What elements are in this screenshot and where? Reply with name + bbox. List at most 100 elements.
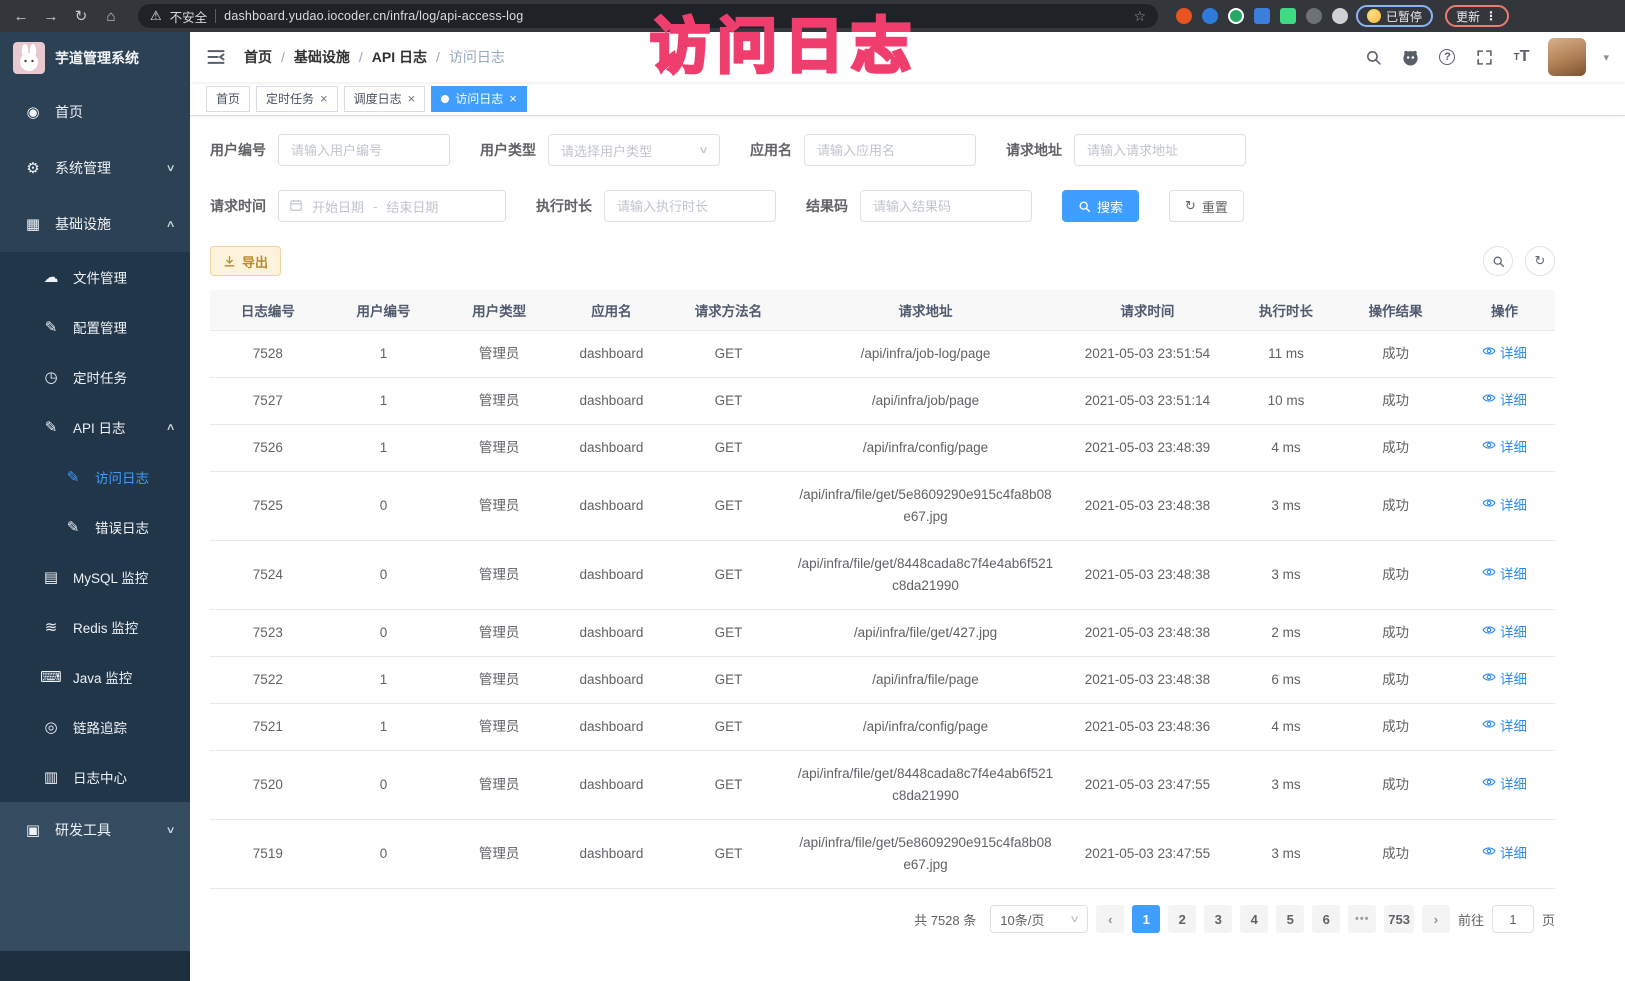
close-icon[interactable]: × bbox=[509, 91, 517, 106]
page-button-5[interactable]: 5 bbox=[1276, 905, 1304, 933]
pin-extension-icon[interactable] bbox=[1332, 8, 1348, 24]
date-separator: - bbox=[373, 199, 377, 214]
page-button-3[interactable]: 3 bbox=[1204, 905, 1232, 933]
close-icon[interactable]: × bbox=[408, 91, 416, 106]
page-button-2[interactable]: 2 bbox=[1168, 905, 1196, 933]
sidebar-item-trace[interactable]: ◎链路追踪 bbox=[0, 702, 190, 752]
req-url-input[interactable] bbox=[1074, 134, 1246, 166]
sidebar-item-log-center[interactable]: ▥日志中心 bbox=[0, 752, 190, 802]
sidebar-item-label: 系统管理 bbox=[55, 158, 111, 178]
extension-icon[interactable] bbox=[1306, 8, 1322, 24]
detail-link[interactable]: 详细 bbox=[1482, 343, 1527, 365]
breadcrumb-item[interactable]: 基础设施 bbox=[294, 47, 350, 67]
table-cell: 详细 bbox=[1454, 820, 1555, 889]
page-button-6[interactable]: 6 bbox=[1312, 905, 1340, 933]
table-cell: 11 ms bbox=[1235, 331, 1337, 378]
breadcrumb-item[interactable]: API 日志 bbox=[372, 47, 427, 67]
font-size-icon[interactable]: TT bbox=[1511, 47, 1531, 67]
detail-link[interactable]: 详细 bbox=[1482, 437, 1527, 459]
breadcrumb-item[interactable]: 首页 bbox=[244, 47, 272, 67]
detail-link-label: 详细 bbox=[1500, 437, 1527, 459]
update-button[interactable]: 更新 ⋮ bbox=[1445, 5, 1509, 27]
user-type-select[interactable]: 请选择用户类型∨ bbox=[548, 134, 720, 166]
prev-page-button[interactable]: ‹ bbox=[1096, 905, 1124, 933]
sidebar-item-redis[interactable]: ≋Redis 监控 bbox=[0, 602, 190, 652]
reset-button[interactable]: ↻ 重置 bbox=[1169, 190, 1244, 222]
github-icon[interactable] bbox=[1400, 47, 1420, 67]
app-name-input[interactable] bbox=[804, 134, 976, 166]
hamburger-icon[interactable] bbox=[206, 47, 226, 67]
result-code-input[interactable] bbox=[860, 190, 1032, 222]
tab-调度日志[interactable]: 调度日志× bbox=[344, 86, 426, 112]
duration-input[interactable] bbox=[604, 190, 776, 222]
toggle-search-icon[interactable] bbox=[1483, 246, 1513, 276]
sidebar-item-label: API 日志 bbox=[73, 417, 126, 437]
sidebar-item-devtool[interactable]: ▣研发工具∨ bbox=[0, 802, 190, 858]
sidebar-item-config[interactable]: ✎配置管理 bbox=[0, 302, 190, 352]
user-id-input[interactable] bbox=[278, 134, 450, 166]
chevron-down-icon[interactable]: ▾ bbox=[1603, 51, 1609, 64]
sidebar-item-java[interactable]: ⌨Java 监控 bbox=[0, 652, 190, 702]
bookmark-star-icon[interactable]: ☆ bbox=[1133, 8, 1146, 25]
forward-icon[interactable]: → bbox=[40, 8, 62, 25]
close-icon[interactable]: × bbox=[320, 91, 328, 106]
detail-link[interactable]: 详细 bbox=[1482, 495, 1527, 517]
sidebar-item-api-log[interactable]: ✎API 日志∧ bbox=[0, 402, 190, 452]
sidebar-item-mysql[interactable]: ▤MySQL 监控 bbox=[0, 552, 190, 602]
extension-icon[interactable] bbox=[1228, 8, 1244, 24]
detail-link[interactable]: 详细 bbox=[1482, 716, 1527, 738]
tab-定时任务[interactable]: 定时任务× bbox=[256, 86, 338, 112]
reset-button-label: 重置 bbox=[1202, 197, 1228, 216]
page-button-4[interactable]: 4 bbox=[1240, 905, 1268, 933]
table-cell: 管理员 bbox=[441, 378, 557, 425]
sidebar-item-error-log[interactable]: ✎错误日志 bbox=[0, 502, 190, 552]
paused-badge[interactable]: 已暂停 bbox=[1356, 5, 1433, 27]
sidebar-item-job[interactable]: ◷定时任务 bbox=[0, 352, 190, 402]
help-icon[interactable]: ? bbox=[1437, 47, 1457, 67]
column-header: 请求时间 bbox=[1060, 290, 1235, 331]
table-cell: 详细 bbox=[1454, 425, 1555, 472]
page-button-753[interactable]: 753 bbox=[1384, 905, 1414, 933]
next-page-button[interactable]: › bbox=[1422, 905, 1450, 933]
reload-icon[interactable]: ↻ bbox=[70, 7, 92, 25]
sidebar-logo-row[interactable]: 芋道管理系统 bbox=[0, 32, 190, 84]
detail-link[interactable]: 详细 bbox=[1482, 843, 1527, 865]
table-cell: 详细 bbox=[1454, 378, 1555, 425]
sidebar-item-access-log[interactable]: ✎访问日志 bbox=[0, 452, 190, 502]
export-button[interactable]: 导出 bbox=[210, 246, 281, 276]
back-icon[interactable]: ← bbox=[10, 8, 32, 25]
sidebar-item-home[interactable]: ◉首页 bbox=[0, 84, 190, 140]
detail-link[interactable]: 详细 bbox=[1482, 390, 1527, 412]
req-time-daterange[interactable]: 开始日期-结束日期 bbox=[278, 190, 506, 222]
extension-icon[interactable] bbox=[1176, 8, 1192, 24]
page-size-select[interactable]: 10条/页∨ bbox=[990, 905, 1088, 933]
detail-link-label: 详细 bbox=[1500, 564, 1527, 586]
table-cell: 详细 bbox=[1454, 331, 1555, 378]
extension-icon[interactable] bbox=[1254, 8, 1270, 24]
search-icon[interactable] bbox=[1363, 47, 1383, 67]
home-icon[interactable]: ⌂ bbox=[100, 8, 122, 25]
address-bar[interactable]: ⚠ 不安全 dashboard.yudao.iocoder.cn/infra/l… bbox=[138, 4, 1158, 28]
detail-link[interactable]: 详细 bbox=[1482, 669, 1527, 691]
detail-link[interactable]: 详细 bbox=[1482, 774, 1527, 796]
browser-menu-icon[interactable]: ⋮ bbox=[1485, 9, 1498, 23]
fullscreen-icon[interactable] bbox=[1474, 47, 1494, 67]
page-ellipsis: ••• bbox=[1348, 905, 1376, 933]
reset-icon: ↻ bbox=[1185, 198, 1196, 214]
detail-link[interactable]: 详细 bbox=[1482, 564, 1527, 586]
goto-page-input[interactable] bbox=[1492, 905, 1534, 933]
page-button-1[interactable]: 1 bbox=[1132, 905, 1160, 933]
table-cell: GET bbox=[666, 820, 791, 889]
user-avatar[interactable] bbox=[1548, 38, 1586, 76]
sidebar-item-file[interactable]: ☁文件管理 bbox=[0, 252, 190, 302]
tab-访问日志[interactable]: 访问日志× bbox=[431, 86, 527, 112]
download-icon bbox=[223, 255, 236, 268]
extension-icon[interactable] bbox=[1280, 8, 1296, 24]
sidebar-item-infra[interactable]: ▦基础设施∧ bbox=[0, 196, 190, 252]
detail-link[interactable]: 详细 bbox=[1482, 622, 1527, 644]
refresh-icon[interactable]: ↻ bbox=[1525, 246, 1555, 276]
extension-icon[interactable] bbox=[1202, 8, 1218, 24]
tab-首页[interactable]: 首页 bbox=[206, 86, 250, 112]
sidebar-item-system[interactable]: ⚙系统管理∨ bbox=[0, 140, 190, 196]
search-button[interactable]: 搜索 bbox=[1062, 190, 1139, 222]
